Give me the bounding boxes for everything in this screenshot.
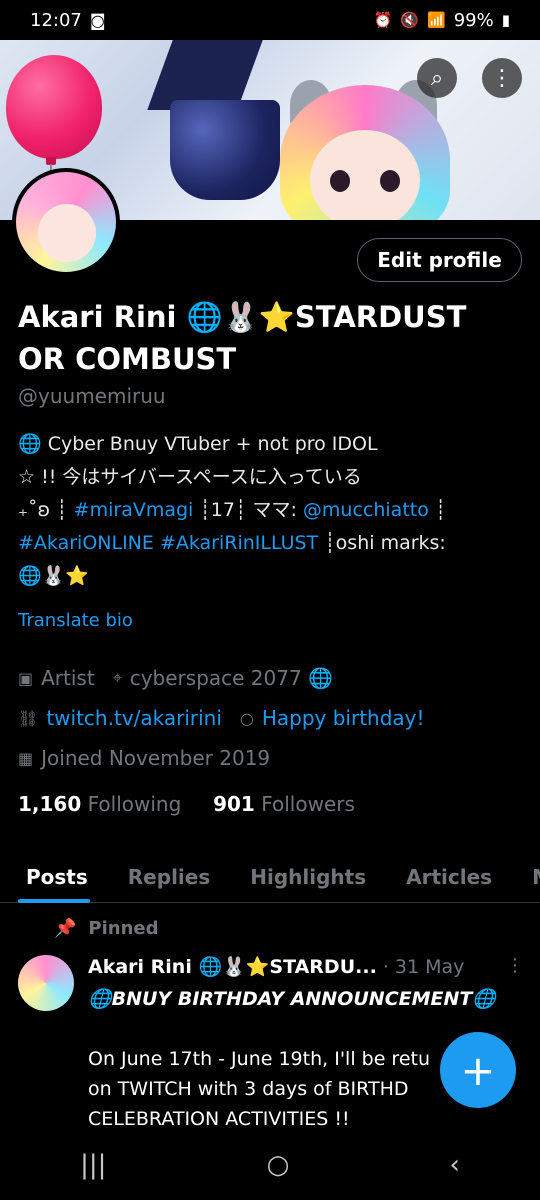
post-title: 🌐BNUY BIRTHDAY ANNOUNCEMENT🌐 bbox=[88, 988, 497, 1010]
translate-bio-link[interactable]: Translate bio bbox=[18, 610, 133, 631]
bio-text: ┊17┊ ママ: bbox=[193, 499, 303, 521]
tab-media[interactable]: M bbox=[512, 852, 540, 902]
battery-icon: ▮ bbox=[501, 11, 510, 29]
hashtag-link[interactable]: #AkariONLINE bbox=[18, 532, 154, 554]
tab-articles[interactable]: Articles bbox=[386, 852, 512, 902]
follow-counts: 1,160 Following 901 Followers bbox=[18, 792, 355, 816]
search-button[interactable]: ⌕ bbox=[417, 58, 457, 98]
tab-replies[interactable]: Replies bbox=[108, 852, 230, 902]
recents-button[interactable]: ||| bbox=[80, 1150, 106, 1180]
followers-link[interactable]: 901 Followers bbox=[213, 792, 355, 816]
compose-button[interactable]: + bbox=[440, 1032, 516, 1108]
alarm-icon: ⏰ bbox=[373, 11, 393, 29]
post-author[interactable]: Akari Rini 🌐🐰⭐STARDU... bbox=[88, 956, 377, 978]
back-button[interactable]: ‹ bbox=[449, 1150, 459, 1180]
banner-art-chibi-face bbox=[310, 130, 420, 220]
profile-display-name: Akari Rini 🌐🐰⭐STARDUST OR COMBUST bbox=[18, 300, 467, 376]
instagram-icon: ◙ bbox=[89, 10, 106, 30]
battery-level: 99% bbox=[453, 9, 494, 31]
banner-art-eye-right bbox=[380, 170, 400, 192]
bio-line: 🌐 Cyber Bnuy VTuber + not pro IDOL bbox=[18, 433, 378, 455]
more-button[interactable]: ⋮ bbox=[482, 58, 522, 98]
bio-text: ┊oshi marks: bbox=[318, 532, 446, 554]
pin-icon: 📌 bbox=[54, 918, 77, 939]
system-nav-bar: ||| ○ ‹ bbox=[0, 1130, 540, 1200]
profile-location: cyberspace 2077 🌐 bbox=[129, 666, 333, 690]
banner-art-skirt bbox=[170, 100, 280, 200]
edit-profile-button[interactable]: Edit profile bbox=[357, 238, 522, 282]
birthday-link[interactable]: Happy birthday! bbox=[262, 706, 425, 730]
birthday-balloon-icon bbox=[6, 55, 102, 159]
balloon-icon: ○ bbox=[239, 708, 254, 728]
tab-highlights[interactable]: Highlights bbox=[230, 852, 386, 902]
profile-bio: 🌐 Cyber Bnuy VTuber + not pro IDOL ☆ !! … bbox=[18, 428, 518, 593]
hashtag-link[interactable]: #miraVmagi bbox=[74, 499, 194, 521]
plus-icon: + bbox=[460, 1045, 496, 1095]
link-icon: ⛓ bbox=[18, 708, 39, 728]
following-link[interactable]: 1,160 Following bbox=[18, 792, 181, 816]
calendar-icon: ▦ bbox=[18, 748, 34, 768]
profile-category: Artist bbox=[41, 666, 95, 690]
post-date: · 31 May bbox=[382, 956, 465, 978]
location-pin-icon: ⌖ bbox=[112, 668, 122, 687]
more-vertical-icon: ⋮ bbox=[491, 65, 513, 91]
mention-link[interactable]: @mucchiatto bbox=[303, 499, 429, 521]
tab-posts[interactable]: Posts bbox=[0, 852, 108, 903]
pinned-indicator: 📌 Pinned bbox=[54, 918, 159, 939]
pinned-label: Pinned bbox=[88, 918, 159, 939]
post-header: Akari Rini 🌐🐰⭐STARDU... · 31 May bbox=[88, 955, 528, 978]
post-avatar[interactable] bbox=[18, 955, 74, 1011]
profile-meta-row-3: ▦ Joined November 2019 bbox=[18, 746, 270, 770]
bio-line: #AkariONLINE #AkariRinILLUST ┊oshi marks… bbox=[18, 527, 518, 560]
bio-line: 🌐🐰⭐ bbox=[18, 565, 89, 587]
followers-count: 901 bbox=[213, 792, 255, 816]
home-button[interactable]: ○ bbox=[267, 1150, 290, 1180]
profile-avatar[interactable] bbox=[12, 168, 120, 276]
profile-tabs: Posts Replies Highlights Articles M bbox=[0, 852, 540, 903]
bio-line: ☆ !! 今はサイバースペースに入っている bbox=[18, 466, 362, 488]
profile-website-link[interactable]: twitch.tv/akaririni bbox=[46, 706, 222, 730]
search-icon: ⌕ bbox=[430, 65, 444, 91]
post-more-icon[interactable]: ⋮ bbox=[506, 955, 524, 976]
profile-meta-row-2: ⛓ twitch.tv/akaririni ○ Happy birthday! bbox=[18, 706, 425, 730]
following-label: Following bbox=[87, 792, 182, 816]
status-time: 12:07 bbox=[30, 9, 82, 31]
bio-line: ₊˚ʚ ┊ #miraVmagi ┊17┊ ママ: @mucchiatto ┊ bbox=[18, 494, 518, 527]
banner-art-eye-left bbox=[330, 170, 350, 192]
bio-text: ┊ bbox=[428, 499, 447, 521]
followers-label: Followers bbox=[261, 792, 355, 816]
profile-handle: @yuumemiruu bbox=[18, 384, 166, 408]
status-bar: 12:07 ◙ ⏰ 🔇 📶 99% ▮ bbox=[0, 0, 540, 40]
bio-text: ₊˚ʚ ┊ bbox=[18, 499, 74, 521]
profile-meta-row-1: ▣ Artist ⌖ cyberspace 2077 🌐 bbox=[18, 666, 333, 690]
briefcase-icon: ▣ bbox=[18, 668, 34, 688]
avatar-image bbox=[16, 172, 116, 272]
following-count: 1,160 bbox=[18, 792, 82, 816]
profile-joined: Joined November 2019 bbox=[41, 746, 271, 770]
mute-icon: 🔇 bbox=[400, 11, 420, 29]
hashtag-link[interactable]: #AkariRinILLUST bbox=[160, 532, 318, 554]
wifi-icon: 📶 bbox=[427, 11, 446, 29]
